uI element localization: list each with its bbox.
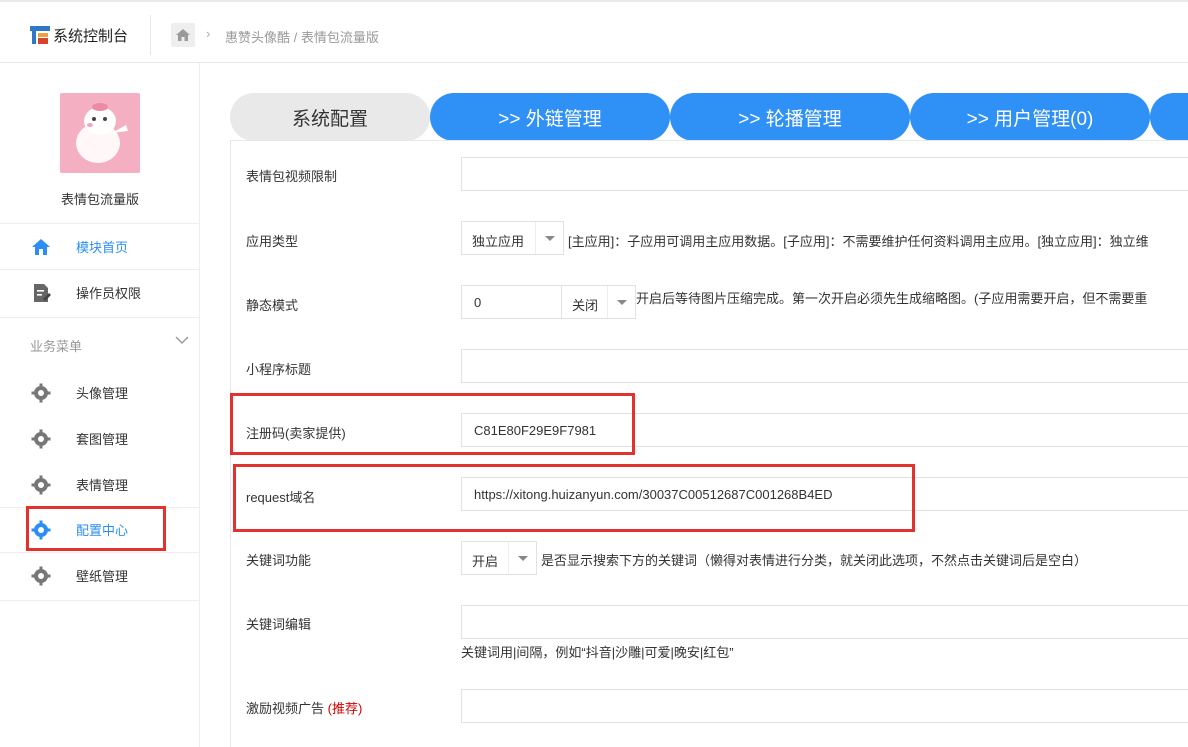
static-mode-hint: 开启后等待图片压缩完成。第一次开启必须先生成缩略图。(子应用需要开启，但不需要重 — [636, 291, 1148, 306]
app-type-hint: [主应用]：子应用可调用主应用数据。[子应用]：不需要维护任何资料调用主应用。[… — [568, 234, 1149, 249]
tab-system-config[interactable]: 系统配置 — [230, 93, 430, 141]
app-avatar — [60, 93, 140, 173]
document-edit-icon — [34, 284, 51, 302]
chevron-right-icon: › — [206, 26, 211, 41]
breadcrumb[interactable]: 惠赞头像酷 / 表情包流量版 — [225, 27, 379, 46]
gear-icon — [31, 383, 51, 403]
app-type-select[interactable]: 独立应用 — [461, 221, 564, 255]
gear-icon — [31, 566, 51, 586]
tab-more[interactable] — [1150, 93, 1188, 141]
reward-ad-label-text: 激励视频广告 — [246, 701, 325, 716]
app-name: 表情包流量版 — [60, 192, 139, 207]
sidebar-item-label: 操作员权限 — [76, 285, 142, 301]
recommended-tag: (推荐) — [327, 701, 363, 716]
keyword-func-label: 关键词功能 — [246, 553, 312, 568]
video-limit-input[interactable] — [461, 157, 1188, 191]
tab-users[interactable]: >> 用户管理(0) — [910, 93, 1150, 141]
home-button[interactable] — [171, 23, 195, 47]
topbar-divider — [150, 15, 151, 55]
app-type-value: 独立应用 — [472, 234, 525, 249]
tab-external-links[interactable]: >> 外链管理 — [430, 93, 670, 141]
keyword-edit-input[interactable] — [461, 605, 1188, 639]
chevron-down-icon — [508, 542, 536, 574]
reward-ad-label: 激励视频广告 (推荐) — [246, 698, 362, 717]
sidebar: 表情包流量版 模块首页 操作员权限 业务菜单 头像管理 套图管理 表情管理 配置… — [0, 63, 200, 747]
gear-icon — [31, 429, 51, 449]
keyword-func-hint: 是否显示搜索下方的关键词（懒得对表情进行分类，就关闭此选项，不然点击关键词后是空… — [541, 553, 1088, 568]
keyword-func-value: 开启 — [472, 554, 499, 569]
sidebar-item-home[interactable]: 模块首页 — [0, 223, 200, 269]
home-icon — [32, 239, 50, 255]
logo[interactable]: 系统控制台 — [30, 24, 128, 46]
sidebar-item-label: 头像管理 — [76, 385, 129, 401]
keyword-func-select[interactable]: 开启 — [461, 541, 537, 575]
highlight-box — [230, 393, 635, 455]
chevron-down-icon[interactable] — [175, 335, 189, 345]
gear-icon — [31, 475, 51, 495]
tab-carousel[interactable]: >> 轮播管理 — [670, 93, 910, 141]
static-mode-select[interactable]: 关闭 — [561, 285, 636, 319]
home-icon — [176, 29, 190, 41]
mini-title-input[interactable] — [461, 349, 1188, 383]
highlight-box — [233, 464, 915, 532]
keyword-edit-label: 关键词编辑 — [246, 617, 312, 632]
sidebar-item-avatar-management[interactable]: 头像管理 — [0, 369, 200, 415]
highlight-box — [26, 506, 166, 551]
static-mode-select-value: 关闭 — [572, 298, 599, 313]
keyword-edit-hint: 关键词用|间隔，例如“抖音|沙雕|可爱|晚安|红包” — [461, 645, 734, 660]
mini-title-label: 小程序标题 — [246, 362, 312, 377]
console-title: 系统控制台 — [53, 27, 129, 45]
sidebar-item-operator-permissions[interactable]: 操作员权限 — [0, 269, 200, 315]
chevron-down-icon — [535, 222, 563, 254]
sidebar-item-label: 表情管理 — [76, 477, 129, 493]
video-limit-label: 表情包视频限制 — [246, 169, 338, 184]
reward-ad-input[interactable] — [461, 689, 1188, 723]
divider — [0, 317, 200, 318]
sidebar-item-label: 模块首页 — [76, 239, 129, 255]
app-type-label: 应用类型 — [246, 234, 299, 249]
sidebar-item-label: 壁纸管理 — [76, 568, 129, 584]
static-mode-input[interactable]: 0 — [461, 285, 562, 319]
top-bar: 系统控制台 › 惠赞头像酷 / 表情包流量版 — [0, 0, 1188, 63]
section-title: 业务菜单 — [30, 339, 83, 354]
sidebar-item-emoji-management[interactable]: 表情管理 — [0, 461, 200, 507]
divider — [0, 600, 200, 601]
sidebar-item-label: 套图管理 — [76, 431, 129, 447]
static-mode-label: 静态模式 — [246, 298, 299, 313]
logo-icon — [30, 26, 50, 44]
chevron-down-icon — [607, 286, 635, 318]
sidebar-item-wallpaper-management[interactable]: 壁纸管理 — [0, 552, 200, 598]
sidebar-item-photoset-management[interactable]: 套图管理 — [0, 415, 200, 461]
